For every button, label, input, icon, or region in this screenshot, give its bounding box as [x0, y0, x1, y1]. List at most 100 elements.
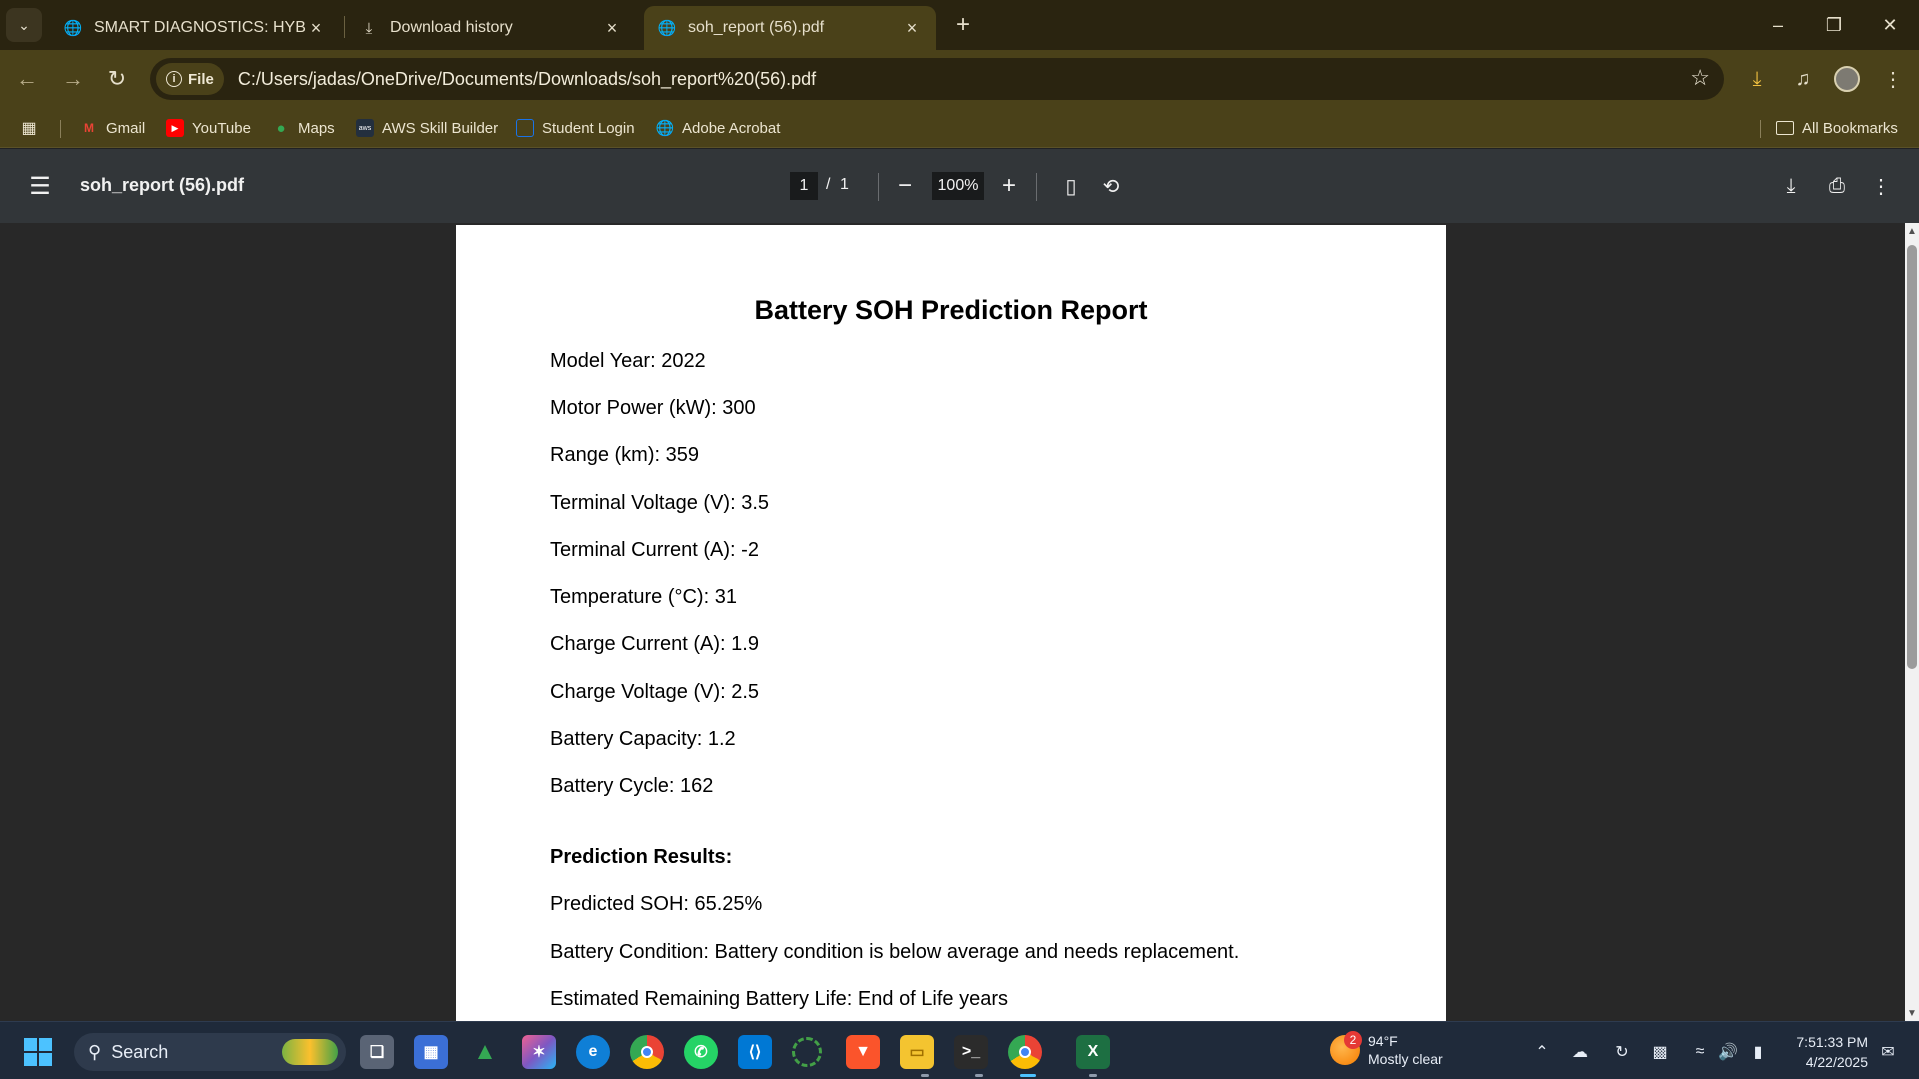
field-model-year: Model Year: 2022 — [550, 350, 706, 372]
chip-label: File — [188, 70, 214, 88]
globe-icon: 🌐 — [657, 20, 677, 37]
brave-app[interactable]: ▼ — [846, 1035, 880, 1069]
clock-date: 4/22/2025 — [1805, 1054, 1868, 1070]
pdf-more-button[interactable]: ⋮ — [1864, 169, 1898, 203]
chrome-app[interactable] — [1008, 1035, 1042, 1069]
playlist-icon: ♫ — [1795, 67, 1811, 90]
page-number-input[interactable]: 1 — [790, 172, 818, 200]
notifications-button[interactable]: ✉ — [1876, 1040, 1900, 1064]
terminal-icon: >_ — [961, 1043, 981, 1060]
zoom-level-input[interactable]: 100% — [932, 172, 984, 200]
excel-app[interactable]: X — [1076, 1035, 1110, 1069]
close-icon[interactable]: × — [306, 18, 326, 39]
bookmark-adobe-acrobat[interactable]: 🌐 Adobe Acrobat — [655, 116, 781, 140]
battery-icon: ▮ — [1753, 1044, 1763, 1061]
globe-icon: 🌐 — [63, 20, 83, 37]
site-info-chip[interactable]: i File — [156, 63, 224, 95]
forward-button[interactable]: → — [56, 62, 90, 96]
battery-tray-icon[interactable]: ▮ — [1746, 1040, 1770, 1064]
folder-icon — [1776, 121, 1794, 135]
apps-button[interactable]: ▦ — [20, 116, 38, 140]
fit-to-page-button[interactable]: ▯ — [1054, 169, 1088, 203]
bookmark-maps[interactable]: ● Maps — [272, 116, 334, 140]
field-battery-capacity: Battery Capacity: 1.2 — [550, 728, 736, 750]
all-bookmarks-button[interactable]: All Bookmarks — [1776, 116, 1898, 140]
close-icon[interactable]: × — [902, 18, 922, 39]
address-bar[interactable]: i File C:/Users/jadas/OneDrive/Documents… — [150, 58, 1724, 100]
pdf-download-button[interactable]: ⤓ — [1774, 169, 1808, 203]
profile-button[interactable] — [1830, 62, 1864, 96]
close-window-button[interactable]: ✕ — [1862, 8, 1918, 42]
bookmark-label: AWS Skill Builder — [382, 119, 499, 137]
aws-icon: aws — [356, 119, 374, 137]
bookmark-star-icon[interactable]: ☆ — [1690, 65, 1710, 91]
terminal-app[interactable]: >_ — [954, 1035, 988, 1069]
tab-search-button[interactable]: ⌄ — [6, 8, 42, 42]
windows-taskbar: ⚲ Search ❏ ▦ ▲ ✶ e ✆ ⟨⟩ ▼ ▭ >_ X 2 94°F … — [0, 1021, 1919, 1079]
sync-tray-icon[interactable]: ↻ — [1610, 1040, 1634, 1064]
tab-soh-report[interactable]: 🌐 soh_report (56).pdf × — [644, 6, 936, 50]
globe-icon: 🌐 — [655, 120, 675, 137]
maps-pin-icon: ● — [276, 119, 286, 137]
close-icon[interactable]: × — [602, 18, 622, 39]
field-terminal-current: Terminal Current (A): -2 — [550, 539, 759, 561]
download-icon: ⤓ — [1752, 67, 1762, 90]
chrome-app-2[interactable] — [630, 1035, 664, 1069]
system-clock[interactable]: 7:51:33 PM 4/22/2025 — [1780, 1032, 1868, 1072]
page-total: 1 — [840, 176, 849, 193]
vscode-app[interactable]: ⟨⟩ — [738, 1035, 772, 1069]
wifi-tray-icon[interactable]: ≈ — [1688, 1040, 1712, 1064]
field-temperature: Temperature (°C): 31 — [550, 586, 737, 608]
google-drive-app[interactable]: ▲ — [468, 1035, 502, 1069]
back-button[interactable]: ← — [10, 62, 44, 96]
restore-icon: ❐ — [1825, 14, 1843, 35]
browser-menu-button[interactable]: ⋮ — [1876, 62, 1910, 96]
bookmark-divider — [60, 120, 61, 138]
print-button[interactable]: ⎙ — [1820, 169, 1854, 203]
more-vert-icon: ⋮ — [1883, 68, 1903, 91]
start-button[interactable] — [24, 1038, 52, 1066]
weather-widget[interactable]: 2 94°F Mostly clear — [1330, 1031, 1443, 1068]
onedrive-tray-icon[interactable]: ☁ — [1568, 1040, 1592, 1064]
display-tray-icon[interactable]: ▩ — [1648, 1040, 1672, 1064]
tab-smart-diagnostics[interactable]: 🌐 SMART DIAGNOSTICS: HYBRID × — [50, 6, 340, 50]
new-tab-button[interactable]: + — [948, 10, 978, 40]
pdf-filename: soh_report (56).pdf — [80, 175, 245, 195]
browser-toolbar: ← → ↻ i File C:/Users/jadas/OneDrive/Doc… — [0, 50, 1919, 108]
bookmark-youtube[interactable]: ▶ YouTube — [166, 116, 251, 140]
speaker-icon: 🔊 — [1718, 1044, 1738, 1061]
taskbar-search[interactable]: ⚲ Search — [74, 1033, 346, 1071]
more-vert-icon: ⋮ — [1871, 175, 1891, 198]
reload-button[interactable]: ↻ — [100, 62, 134, 96]
clock-time: 7:51:33 PM — [1796, 1034, 1868, 1050]
bookmark-student-login[interactable]: Student Login — [516, 116, 635, 140]
scroll-up-arrow[interactable]: ▲ — [1907, 226, 1917, 237]
spinner-app[interactable] — [792, 1037, 822, 1067]
zoom-out-button[interactable]: − — [888, 169, 922, 203]
minus-icon: − — [897, 172, 912, 199]
scrollbar-thumb[interactable] — [1907, 245, 1917, 669]
rotate-button[interactable]: ⟲ — [1094, 169, 1128, 203]
sidebar-toggle-button[interactable]: ☰ — [24, 173, 56, 200]
edge-app[interactable]: e — [576, 1035, 610, 1069]
media-controls-button[interactable]: ♫ — [1786, 62, 1820, 96]
restore-button[interactable]: ❐ — [1806, 8, 1862, 42]
bookmark-gmail[interactable]: M Gmail — [80, 116, 145, 140]
bookmark-aws-skill-builder[interactable]: aws AWS Skill Builder — [356, 116, 498, 140]
whatsapp-app[interactable]: ✆ — [684, 1035, 718, 1069]
minimize-button[interactable]: – — [1750, 8, 1806, 42]
zoom-in-button[interactable]: + — [992, 169, 1026, 203]
pdf-viewport[interactable]: Battery SOH Prediction Report Model Year… — [0, 223, 1919, 1021]
copilot-app[interactable]: ✶ — [522, 1035, 556, 1069]
volume-tray-icon[interactable]: 🔊 — [1716, 1040, 1740, 1064]
task-view-button[interactable]: ❏ — [360, 1035, 394, 1069]
microsoft-store-app[interactable]: ▦ — [414, 1035, 448, 1069]
file-explorer-app[interactable]: ▭ — [900, 1035, 934, 1069]
downloads-button[interactable]: ⤓ — [1740, 62, 1774, 96]
monitor-icon: ▩ — [1652, 1044, 1668, 1061]
show-hidden-icons-button[interactable]: ⌃ — [1530, 1040, 1554, 1064]
url-text[interactable]: C:/Users/jadas/OneDrive/Documents/Downlo… — [238, 69, 816, 90]
tab-download-history[interactable]: ⤓ Download history × — [346, 6, 636, 50]
scroll-down-arrow[interactable]: ▼ — [1907, 1008, 1917, 1019]
weather-condition: Mostly clear — [1368, 1051, 1443, 1067]
